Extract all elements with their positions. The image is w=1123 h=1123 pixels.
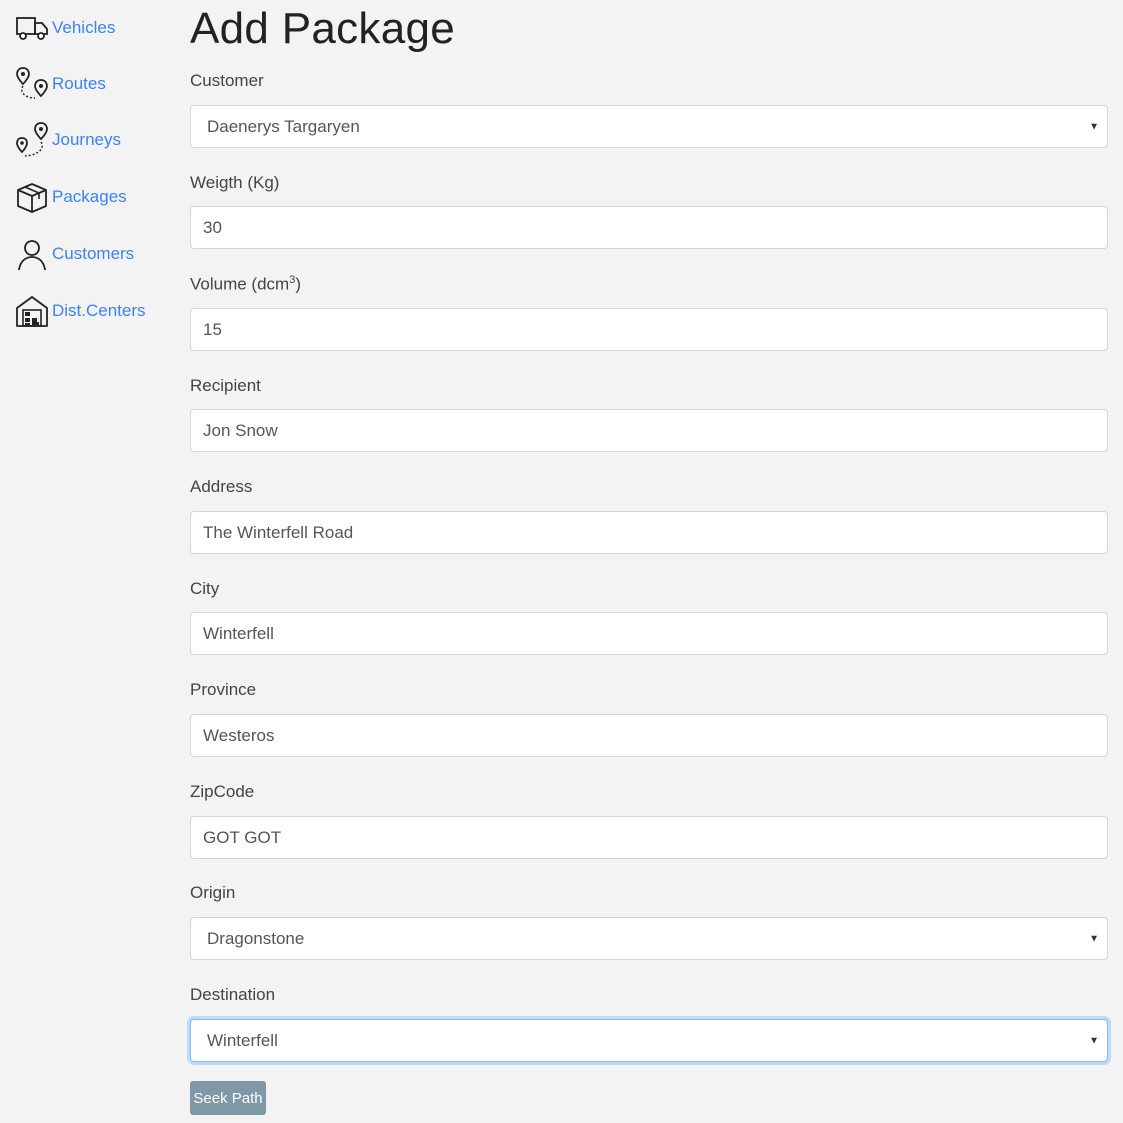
city-input-value: Winterfell bbox=[203, 623, 274, 643]
address-input[interactable]: The Winterfell Road bbox=[190, 511, 1108, 554]
destination-select[interactable]: Winterfell ▼ bbox=[190, 1019, 1108, 1062]
warehouse-icon bbox=[14, 293, 50, 329]
page-title: Add Package bbox=[190, 4, 456, 53]
sidebar-item-label: Packages bbox=[52, 187, 127, 206]
sidebar-item-vehicles[interactable]: Vehicles bbox=[14, 8, 115, 48]
zipcode-input[interactable]: GOT GOT bbox=[190, 816, 1108, 859]
sidebar: Vehicles Routes Journeys Packages Custom… bbox=[0, 0, 170, 1123]
zipcode-input-value: GOT GOT bbox=[203, 827, 282, 847]
customer-select-value: Daenerys Targaryen bbox=[207, 116, 360, 136]
province-input-value: Westeros bbox=[203, 725, 275, 745]
sidebar-item-label: Routes bbox=[52, 74, 106, 93]
city-input[interactable]: Winterfell bbox=[190, 612, 1108, 655]
sidebar-item-packages[interactable]: Packages bbox=[14, 177, 127, 217]
recipient-input[interactable]: Jon Snow bbox=[190, 409, 1108, 452]
seek-path-button[interactable]: Seek Path bbox=[190, 1081, 266, 1115]
customer-select[interactable]: Daenerys Targaryen ▼ bbox=[190, 105, 1108, 148]
truck-icon bbox=[14, 10, 50, 46]
user-icon bbox=[14, 236, 50, 272]
weight-input-value: 30 bbox=[203, 217, 222, 237]
origin-label: Origin bbox=[190, 883, 236, 902]
page: Vehicles Routes Journeys Packages Custom… bbox=[0, 0, 1123, 1123]
volume-label-close: ) bbox=[295, 274, 301, 294]
volume-input-value: 15 bbox=[203, 319, 222, 339]
sidebar-item-customers[interactable]: Customers bbox=[14, 234, 134, 274]
sidebar-item-dist-centers[interactable]: Dist.Centers bbox=[14, 291, 146, 331]
sidebar-item-journeys[interactable]: Journeys bbox=[14, 120, 121, 160]
volume-label: Volume (dcm3) bbox=[190, 274, 301, 295]
volume-input[interactable]: 15 bbox=[190, 308, 1108, 351]
sidebar-item-label: Vehicles bbox=[52, 18, 116, 37]
recipient-label: Recipient bbox=[190, 376, 261, 395]
zipcode-label: ZipCode bbox=[190, 782, 255, 801]
journey-pins-icon bbox=[14, 122, 50, 158]
dropdown-caret-icon: ▼ bbox=[1089, 1035, 1099, 1046]
sidebar-item-label: Journeys bbox=[52, 130, 121, 149]
province-label: Province bbox=[190, 680, 257, 699]
weight-input[interactable]: 30 bbox=[190, 206, 1108, 249]
sidebar-item-label: Dist.Centers bbox=[52, 301, 146, 320]
recipient-input-value: Jon Snow bbox=[203, 420, 278, 440]
address-label: Address bbox=[190, 477, 253, 496]
dropdown-caret-icon: ▼ bbox=[1089, 121, 1099, 132]
destination-select-value: Winterfell bbox=[207, 1030, 278, 1050]
weight-label: Weigth (Kg) bbox=[190, 173, 280, 192]
customer-label: Customer bbox=[190, 71, 264, 90]
origin-select-value: Dragonstone bbox=[207, 928, 305, 948]
address-input-value: The Winterfell Road bbox=[203, 522, 354, 542]
sidebar-item-routes[interactable]: Routes bbox=[14, 64, 106, 104]
route-pins-icon bbox=[14, 66, 50, 102]
volume-label-text: Volume (dcm bbox=[190, 274, 290, 294]
origin-select[interactable]: Dragonstone ▼ bbox=[190, 917, 1108, 960]
sidebar-item-label: Customers bbox=[52, 244, 135, 263]
destination-label: Destination bbox=[190, 985, 276, 1004]
dropdown-caret-icon: ▼ bbox=[1089, 933, 1099, 944]
package-box-icon bbox=[14, 179, 50, 215]
province-input[interactable]: Westeros bbox=[190, 714, 1108, 757]
city-label: City bbox=[190, 579, 220, 598]
